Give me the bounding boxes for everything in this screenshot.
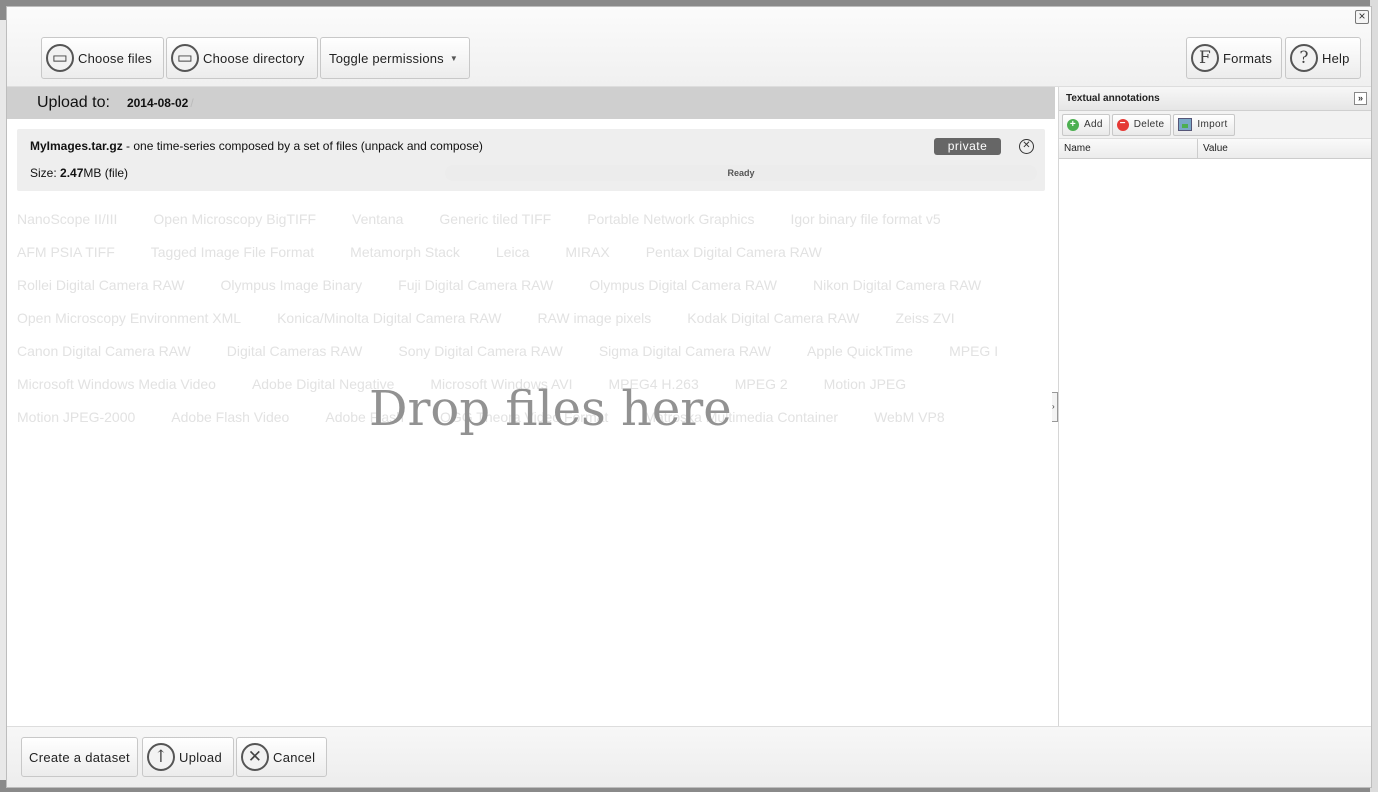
upload-destination-bar: Upload to: 2014-08-02 / [7,87,1055,119]
cancel-icon: ✕ [241,743,269,771]
format-item: Igor binary file format v5 [790,211,941,227]
add-icon: + [1067,118,1079,131]
format-item: RAW image pixels [537,310,652,326]
format-item: Motion JPEG-2000 [17,409,136,425]
format-item: Leica [495,244,530,260]
format-item: Canon Digital Camera RAW [17,343,191,359]
format-item: Pentax Digital Camera RAW [645,244,822,260]
top-toolbar: × ▭ Choose files ▭ Choose directory Togg… [7,7,1371,87]
format-item: Adobe Flash Video [171,409,290,425]
format-item: AFM PSIA TIFF [17,244,115,260]
file-description: - one time-series composed by a set of f… [122,139,483,153]
format-item: Olympus Digital Camera RAW [589,277,777,293]
file-name: MyImages.tar.gz [30,139,123,153]
file-progress-bar: Ready [445,165,1037,181]
size-value: 2.47 [60,166,84,180]
cancel-button[interactable]: ✕ Cancel [236,737,327,777]
help-label: Help [1322,50,1350,66]
delete-annotation-button[interactable]: − Delete [1111,113,1172,136]
format-item: Open Microscopy Environment XML [17,310,242,326]
format-item: Apple QuickTime [807,343,914,359]
permission-badge[interactable]: private [934,138,1001,155]
annotations-panel: Textual annotations » + Add − Delete Imp… [1058,87,1371,726]
format-item: Fuji Digital Camera RAW [398,277,554,293]
format-item: Microsoft Windows Media Video [17,376,216,392]
folder-icon: ▭ [171,44,199,72]
choose-directory-button[interactable]: ▭ Choose directory [166,37,318,79]
upload-to-label: Upload to: [37,94,110,111]
format-item: NanoScope II/III [17,211,118,227]
delete-label: Delete [1133,119,1165,130]
upload-path-link[interactable]: 2014-08-02 [127,96,188,110]
remove-file-icon[interactable]: ✕ [1019,139,1034,154]
size-unit: MB (file) [83,166,129,180]
annotations-toolbar: + Add − Delete Import [1059,111,1371,139]
delete-icon: − [1116,118,1129,131]
path-separator: / [190,96,194,110]
bottom-action-bar: Create a dataset ↑ Upload ✕ Cancel [7,726,1371,787]
upload-dialog: × ▭ Choose files ▭ Choose directory Togg… [6,6,1372,788]
format-item: Nikon Digital Camera RAW [812,277,982,293]
formats-button[interactable]: F Formats [1186,37,1282,79]
annotations-header: Textual annotations » [1059,87,1371,111]
import-annotation-button[interactable]: Import [1173,113,1235,136]
format-item: Rollei Digital Camera RAW [17,277,185,293]
choose-files-button[interactable]: ▭ Choose files [41,37,164,79]
folder-icon: ▭ [46,44,74,72]
add-label: Add [1084,119,1103,130]
format-item: Portable Network Graphics [587,211,755,227]
file-title: MyImages.tar.gz - one time-series compos… [30,139,483,153]
help-icon: ? [1290,44,1318,72]
queued-file-item: MyImages.tar.gz - one time-series compos… [17,129,1045,191]
format-item: MPEG 2 [734,376,788,392]
add-annotation-button[interactable]: + Add [1062,113,1110,136]
create-dataset-label: Create a dataset [29,749,130,765]
caret-down-icon: ▼ [449,53,458,63]
column-header-value[interactable]: Value [1198,139,1371,158]
format-item: Sigma Digital Camera RAW [598,343,772,359]
format-item: MPEG I [949,343,999,359]
import-label: Import [1197,119,1228,130]
formats-label: Formats [1223,50,1273,66]
cancel-label: Cancel [273,749,316,765]
format-item: Motion JPEG [823,376,907,392]
toggle-permissions-dropdown[interactable]: Toggle permissions ▼ [320,37,470,79]
format-item: Metamorph Stack [350,244,460,260]
column-header-name[interactable]: Name [1059,139,1198,158]
format-item: Ventana [352,211,404,227]
help-button[interactable]: ? Help [1285,37,1361,79]
choose-directory-label: Choose directory [203,50,305,66]
toggle-permissions-label: Toggle permissions [329,50,444,66]
format-item: WebM VP8 [874,409,945,425]
choose-files-label: Choose files [78,50,152,66]
upload-icon: ↑ [147,743,175,771]
upload-label: Upload [179,749,222,765]
upload-button[interactable]: ↑ Upload [142,737,234,777]
format-item: Kodak Digital Camera RAW [687,310,860,326]
format-item: Zeiss ZVI [895,310,955,326]
file-size: Size: 2.47MB (file) [30,166,128,180]
size-label: Size: [30,166,61,180]
drop-zone-text[interactable]: Drop files here [369,381,732,437]
annotations-title: Textual annotations [1066,93,1160,104]
format-item: MIRAX [565,244,610,260]
create-dataset-button[interactable]: Create a dataset [21,737,138,777]
format-item: Konica/Minolta Digital Camera RAW [277,310,502,326]
format-item: Olympus Image Binary [220,277,363,293]
format-item: Generic tiled TIFF [439,211,552,227]
import-icon [1178,118,1193,131]
format-item: Tagged Image File Format [150,244,315,260]
format-item: Sony Digital Camera RAW [398,343,563,359]
close-dialog-icon[interactable]: × [1355,10,1369,24]
format-item: Open Microscopy BigTIFF [153,211,317,227]
formats-icon: F [1191,44,1219,72]
annotations-table-header: Name Value [1059,139,1371,159]
format-item: Digital Cameras RAW [226,343,363,359]
collapse-panel-icon[interactable]: » [1354,92,1367,105]
